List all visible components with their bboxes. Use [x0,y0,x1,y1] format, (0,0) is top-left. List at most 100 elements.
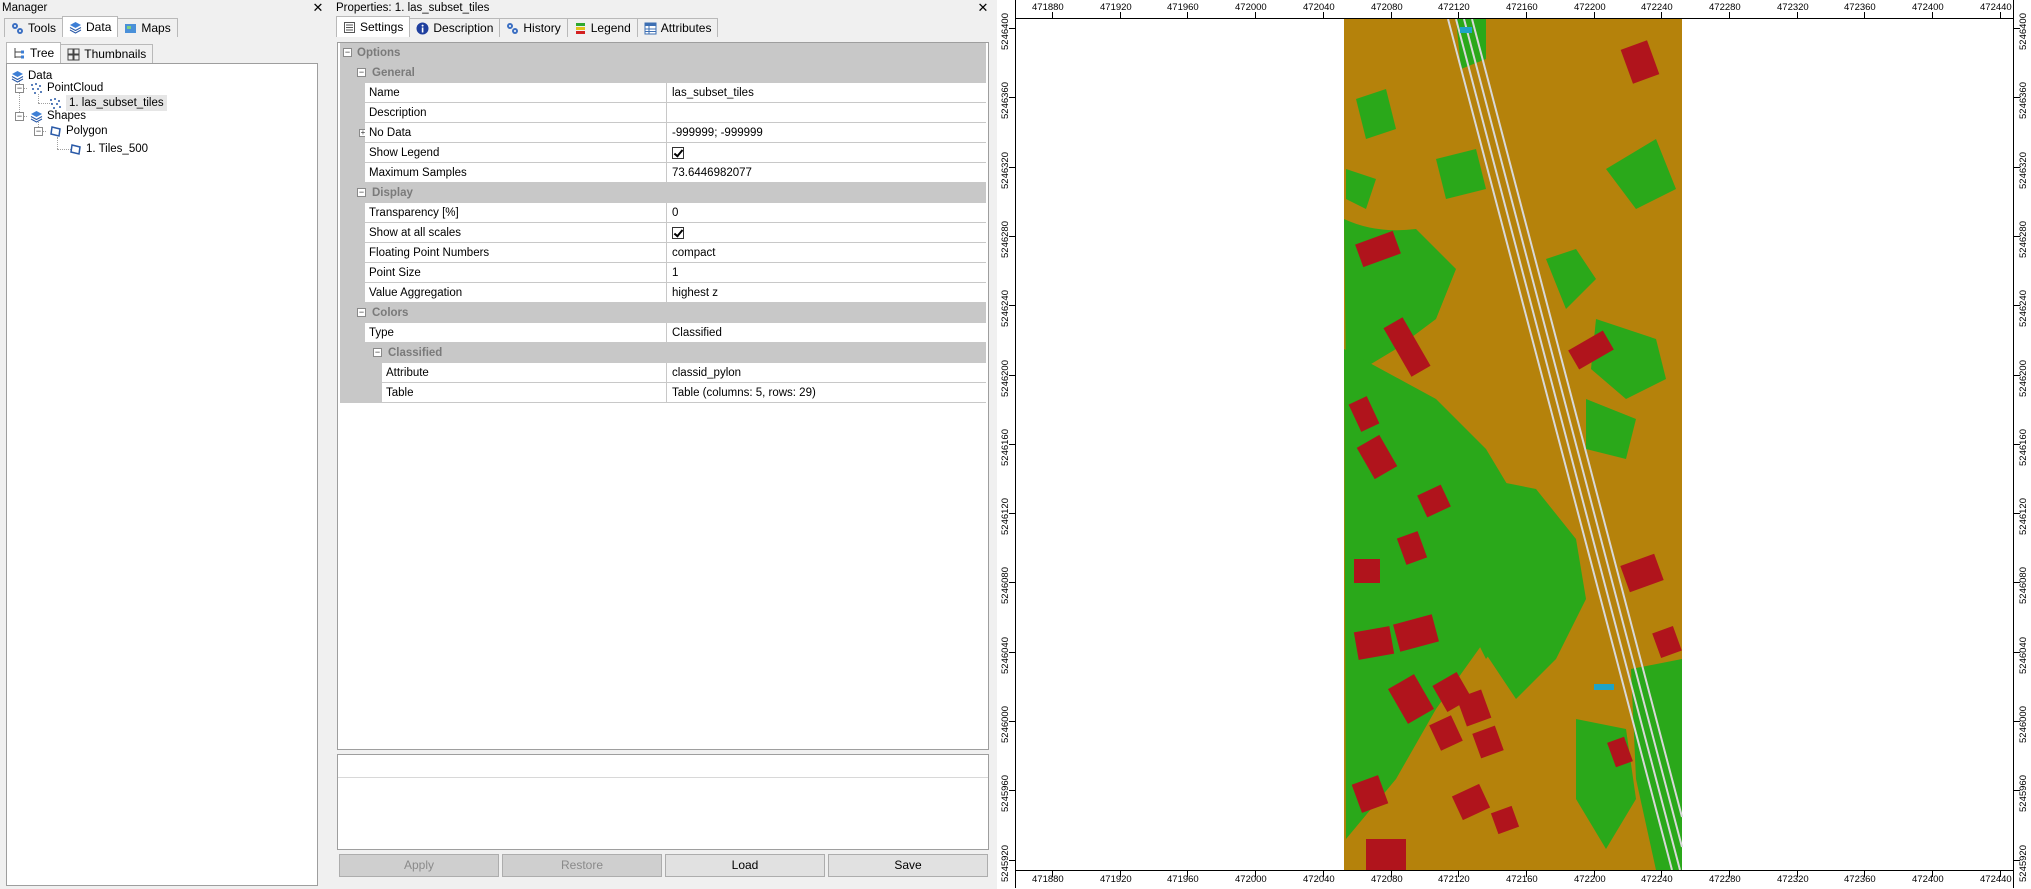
map-view[interactable]: 471880 471880 471920 471920 471960 471960 4720… [997,0,2031,889]
close-properties-icon[interactable]: ✕ [977,1,989,14]
prop-attribute-value[interactable]: classid_pylon [667,363,986,383]
prop-table-value[interactable]: Table (columns: 5, rows: 29) [667,383,986,403]
row-gutter [340,263,365,283]
prop-description-value[interactable] [667,103,986,123]
tab-tools[interactable]: Tools [4,18,64,37]
section-colors[interactable]: − Colors [340,303,986,323]
tab-thumbnails-label: Thumbnails [84,47,147,61]
prop-floating-value[interactable]: compact [667,243,986,263]
collapse-colors-icon[interactable]: − [357,308,366,317]
prop-max-samples-value[interactable]: 73.6446982077 [667,163,986,183]
info-icon [416,22,429,34]
prop-row-transparency[interactable]: Transparency [%] 0 [340,203,986,223]
y-tick-label: 5246320 [2018,152,2029,189]
prop-row-attribute[interactable]: Attribute classid_pylon [340,363,986,383]
point-cloud-canvas[interactable] [1016,19,2012,870]
section-classified[interactable]: − Classified [340,343,986,363]
prop-nodata-label: No Data [365,123,667,143]
section-general-title: General [372,67,415,79]
section-colors-title: Colors [372,307,409,319]
prop-row-show-legend[interactable]: Show Legend [340,143,986,163]
show-legend-checkbox[interactable] [672,147,684,159]
x-tick-label: 472200 [1574,2,1606,13]
tab-data[interactable]: Data [62,16,119,37]
y-tick-label: 5246200 [1000,360,1011,397]
prop-row-nodata[interactable]: + No Data -999999; -999999 [340,123,986,143]
tab-attributes[interactable]: Attributes [636,18,719,37]
prop-show-legend-value[interactable] [667,143,986,163]
tab-tree[interactable]: Tree [6,42,62,63]
tree-item-tiles-label: 1. Tiles_500 [86,143,149,155]
prop-row-type[interactable]: Type Classified [340,323,986,343]
show-all-scales-checkbox[interactable] [672,227,684,239]
row-gutter [340,383,382,403]
prop-row-floating-point[interactable]: Floating Point Numbers compact [340,243,986,263]
tree-item-tiles-500[interactable]: 1. Tiles_500 [69,141,148,157]
tab-legend[interactable]: Legend [566,18,638,37]
properties-title: Properties: 1. las_subset_tiles [336,2,490,14]
section-general[interactable]: − General [340,63,986,83]
tab-history[interactable]: History [499,18,568,37]
x-tick-label: 472160 [1506,2,1538,13]
tab-settings[interactable]: Settings [336,16,411,37]
tree-pointcloud-group[interactable]: PointCloud [30,80,103,96]
collapse-pointcloud-icon[interactable]: − [15,84,24,93]
y-tick-label: 5246400 [1000,13,1011,50]
legend-icon [575,22,585,34]
x-tick-label: 472080 [1371,2,1403,13]
apply-button[interactable]: Apply [339,854,499,877]
y-tick-label: 5246000 [1000,706,1011,743]
tab-data-label: Data [86,20,112,34]
polygon-icon [50,125,61,137]
pointcloud-icon [31,82,42,94]
close-manager-icon[interactable]: ✕ [312,1,324,14]
collapse-polygon-icon[interactable]: − [34,127,43,136]
collapse-classified-icon[interactable]: − [373,348,382,357]
y-tick-label: 5246200 [2018,360,2029,397]
prop-type-value[interactable]: Classified [667,323,986,343]
collapse-general-icon[interactable]: − [357,68,366,77]
load-button[interactable]: Load [665,854,825,877]
restore-button[interactable]: Restore [502,854,662,877]
prop-name-value[interactable]: las_subset_tiles [667,83,986,103]
manager-panel: Manager ✕ Tools Data Maps Tree Thumbnail… [0,0,327,888]
y-tick-label: 5246280 [2018,221,2029,258]
y-tick-label: 5246160 [1000,429,1011,466]
tree-shapes-group[interactable]: Shapes [30,108,86,124]
tab-thumbnails[interactable]: Thumbnails [60,44,154,63]
tab-settings-label: Settings [360,20,404,34]
x-tick-label: 471960 [1167,2,1199,13]
prop-aggregation-value[interactable]: highest z [667,283,986,303]
prop-row-show-all-scales[interactable]: Show at all scales [340,223,986,243]
prop-row-max-samples[interactable]: Maximum Samples 73.6446982077 [340,163,986,183]
x-tick-label: 472320 [1777,2,1809,13]
x-tick-label: 472200 [1574,874,1606,885]
prop-row-table[interactable]: Table Table (columns: 5, rows: 29) [340,383,986,403]
prop-type-label: Type [365,323,667,343]
tree-polygon-group[interactable]: Polygon [49,123,108,139]
tab-maps[interactable]: Maps [117,18,178,37]
point-cloud-strip [1344,19,1683,870]
prop-show-all-scales-value[interactable] [667,223,986,243]
prop-transparency-value[interactable]: 0 [667,203,986,223]
tab-description[interactable]: Description [409,18,501,37]
y-tick-label: 5245920 [2018,845,2029,882]
section-display[interactable]: − Display [340,183,986,203]
prop-row-description[interactable]: Description [340,103,986,123]
description-divider [338,777,988,778]
prop-point-size-value[interactable]: 1 [667,263,986,283]
collapse-display-icon[interactable]: − [357,188,366,197]
save-button[interactable]: Save [828,854,988,877]
prop-attribute-label: Attribute [382,363,667,383]
prop-row-name[interactable]: Name las_subset_tiles [340,83,986,103]
section-classified-title: Classified [388,347,443,359]
section-options[interactable]: − Options [340,43,986,63]
tree-shapes-label: Shapes [47,110,87,122]
collapse-shapes-icon[interactable]: − [15,112,24,121]
collapse-options-icon[interactable]: − [343,48,352,57]
prop-row-point-size[interactable]: Point Size 1 [340,263,986,283]
prop-row-aggregation[interactable]: Value Aggregation highest z [340,283,986,303]
prop-nodata-value[interactable]: -999999; -999999 [667,123,986,143]
x-tick-label: 472120 [1438,2,1470,13]
properties-tabs: Settings Description History Legend Attr… [336,16,719,37]
